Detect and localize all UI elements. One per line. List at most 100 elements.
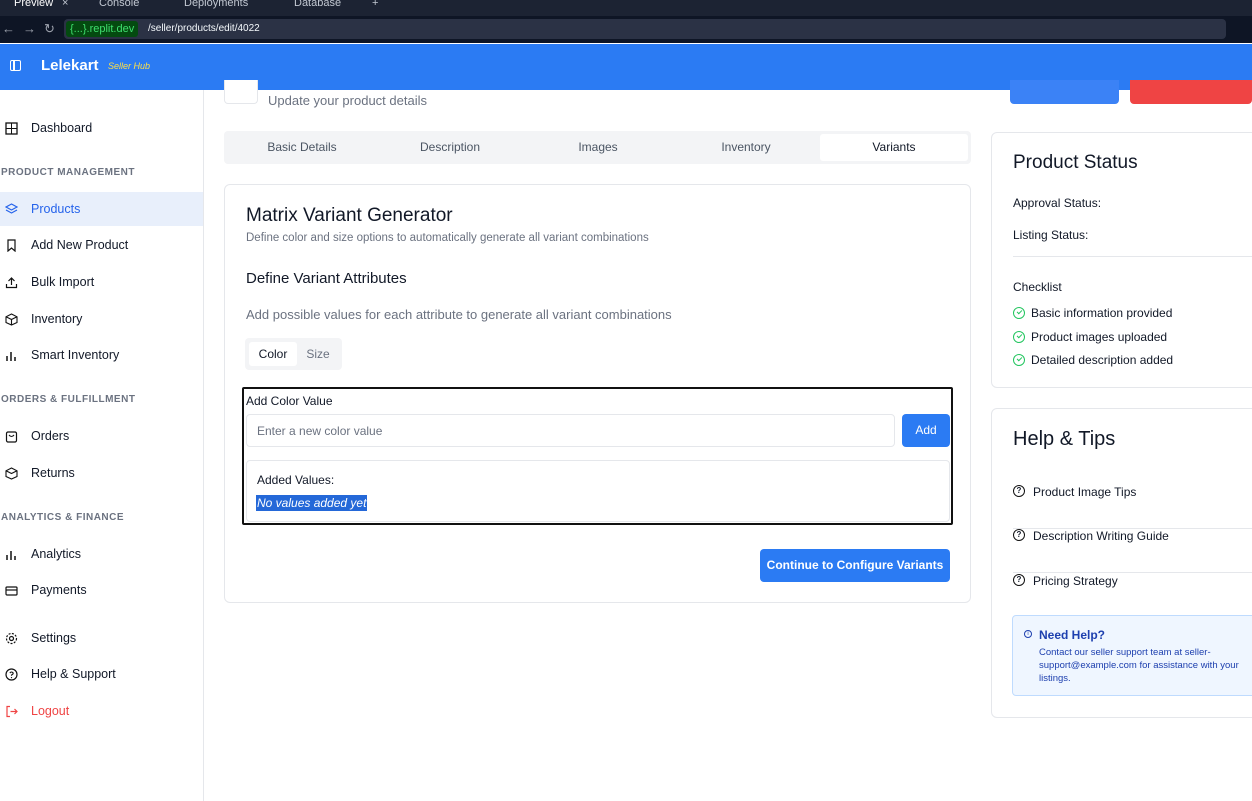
tab-description[interactable]: Description xyxy=(376,134,524,161)
upload-icon xyxy=(5,277,18,289)
sidebar-item-smart-inventory[interactable]: Smart Inventory xyxy=(0,338,203,372)
help-circle-icon xyxy=(5,668,18,681)
sidebar-item-label: Smart Inventory xyxy=(31,348,120,362)
credit-card-icon xyxy=(5,586,18,596)
update-product-button[interactable] xyxy=(1010,80,1119,104)
url-path: /seller/products/edit/4022 xyxy=(148,23,260,34)
grid-icon xyxy=(5,122,18,135)
approval-status-label: Approval Status: xyxy=(1013,196,1102,210)
tab-images[interactable]: Images xyxy=(524,134,672,161)
tab-inventory[interactable]: Inventory xyxy=(672,134,820,161)
sidebar-item-label: Returns xyxy=(31,466,75,480)
sidebar-item-label: Analytics xyxy=(31,547,82,561)
sidebar-toggle-icon[interactable] xyxy=(10,60,21,71)
need-help-text: Contact our seller support team at selle… xyxy=(1039,647,1239,684)
checklist-item-label: Detailed description added xyxy=(1031,353,1174,367)
attribute-tab-color[interactable]: Color xyxy=(249,342,297,366)
tab-database[interactable]: Database xyxy=(294,0,341,16)
logout-icon xyxy=(6,705,18,718)
bookmark-icon xyxy=(7,239,16,252)
help-circle-icon: ? xyxy=(1013,529,1025,541)
help-item-label: Pricing Strategy xyxy=(1033,574,1118,588)
added-values-box xyxy=(246,460,950,522)
attribute-tab-size[interactable]: Size xyxy=(298,342,338,366)
package-return-icon xyxy=(5,467,18,480)
tab-variants[interactable]: Variants xyxy=(820,134,968,161)
gear-icon xyxy=(5,632,18,645)
delete-product-button[interactable] xyxy=(1130,80,1252,104)
sidebar-item-logout[interactable]: Logout xyxy=(0,694,203,728)
layers-icon xyxy=(5,203,18,214)
sidebar-item-label: Logout xyxy=(31,704,70,718)
shopping-bag-icon xyxy=(5,431,18,443)
brand-subtitle: Seller Hub xyxy=(108,61,151,71)
back-button[interactable] xyxy=(224,80,258,104)
help-item-image-tips[interactable]: ? Product Image Tips xyxy=(1013,485,1252,529)
sidebar-item-orders[interactable]: Orders xyxy=(0,419,203,453)
check-circle-icon xyxy=(1013,307,1025,319)
sidebar-item-analytics[interactable]: Analytics xyxy=(0,537,203,571)
bar-chart-icon xyxy=(6,352,16,361)
tab-preview[interactable]: Preview xyxy=(14,0,53,16)
sidebar-item-label: Products xyxy=(31,202,81,216)
reload-icon[interactable]: ↻ xyxy=(44,21,55,37)
add-color-label: Add Color Value xyxy=(246,394,333,408)
help-item-label: Product Image Tips xyxy=(1033,485,1137,499)
check-circle-icon xyxy=(1013,331,1025,343)
help-circle-icon: ? xyxy=(1013,574,1025,586)
empty-values-text: No values added yet xyxy=(256,495,368,511)
sidebar-item-label: Bulk Import xyxy=(31,275,95,289)
forward-arrow-icon[interactable]: → xyxy=(23,21,36,37)
page-subtitle: Update your product details xyxy=(268,93,427,108)
divider xyxy=(1013,256,1252,257)
checklist-item: Basic information provided xyxy=(1013,306,1172,320)
checklist-item: Detailed description added xyxy=(1013,353,1173,367)
help-title: Help & Tips xyxy=(1013,428,1116,450)
add-value-button[interactable]: Add xyxy=(902,414,950,447)
sidebar-item-label: Inventory xyxy=(31,312,83,326)
product-tabs: Basic Details Description Images Invento… xyxy=(224,131,971,164)
need-help-title: Need Help? xyxy=(1039,628,1106,642)
sidebar-item-label: Settings xyxy=(31,631,77,645)
help-item-description-guide[interactable]: ? Description Writing Guide xyxy=(1013,529,1252,573)
checklist-item-label: Basic information provided xyxy=(1031,306,1173,320)
sidebar-item-add-new-product[interactable]: Add New Product xyxy=(0,228,203,262)
added-values-label: Added Values: xyxy=(257,473,335,487)
info-icon: i xyxy=(1024,630,1032,638)
checklist-item-label: Product images uploaded xyxy=(1031,330,1168,344)
sidebar-item-dashboard[interactable]: Dashboard xyxy=(0,111,203,145)
sidebar-section-product: PRODUCT MANAGEMENT xyxy=(1,167,135,178)
sidebar-item-returns[interactable]: Returns xyxy=(0,456,203,490)
sidebar-item-help-support[interactable]: Help & Support xyxy=(0,657,203,691)
sidebar-item-label: Help & Support xyxy=(31,667,116,681)
url-domain: {...}.replit.dev xyxy=(66,21,139,37)
browser-tab-bar: Preview × Console Deployments Database + xyxy=(0,0,1252,16)
tab-deployments[interactable]: Deployments xyxy=(184,0,248,16)
tab-console[interactable]: Console xyxy=(99,0,139,16)
sidebar-item-label: Dashboard xyxy=(31,121,93,135)
package-icon xyxy=(5,313,18,326)
sidebar-item-payments[interactable]: Payments xyxy=(0,573,203,607)
sidebar-item-label: Orders xyxy=(31,429,70,443)
checklist-item: Product images uploaded xyxy=(1013,330,1167,344)
sidebar-item-inventory[interactable]: Inventory xyxy=(0,302,203,336)
attributes-description: Add possible values for each attribute t… xyxy=(246,307,672,322)
card-title: Matrix Variant Generator xyxy=(246,205,453,226)
tab-basic-details[interactable]: Basic Details xyxy=(228,134,376,161)
tab-close-icon[interactable]: × xyxy=(62,0,68,16)
listing-status-label: Listing Status: xyxy=(1013,228,1089,242)
sidebar-item-settings[interactable]: Settings xyxy=(0,621,203,655)
help-circle-icon: ? xyxy=(1013,485,1025,497)
sidebar-item-products[interactable]: Products xyxy=(0,192,203,226)
back-arrow-icon[interactable]: ← xyxy=(2,21,15,37)
color-value-input[interactable] xyxy=(246,414,895,447)
sidebar-item-label: Add New Product xyxy=(31,238,129,252)
continue-button[interactable]: Continue to Configure Variants xyxy=(760,549,950,582)
status-title: Product Status xyxy=(1013,152,1138,173)
bar-chart-icon xyxy=(6,551,16,560)
sidebar-item-bulk-import[interactable]: Bulk Import xyxy=(0,265,203,299)
sidebar-section-analytics: ANALYTICS & FINANCE xyxy=(1,512,125,523)
help-item-pricing-strategy[interactable]: ? Pricing Strategy xyxy=(1013,574,1252,618)
brand-logo[interactable]: Lelekart xyxy=(41,57,99,74)
new-tab-icon[interactable]: + xyxy=(372,0,378,16)
